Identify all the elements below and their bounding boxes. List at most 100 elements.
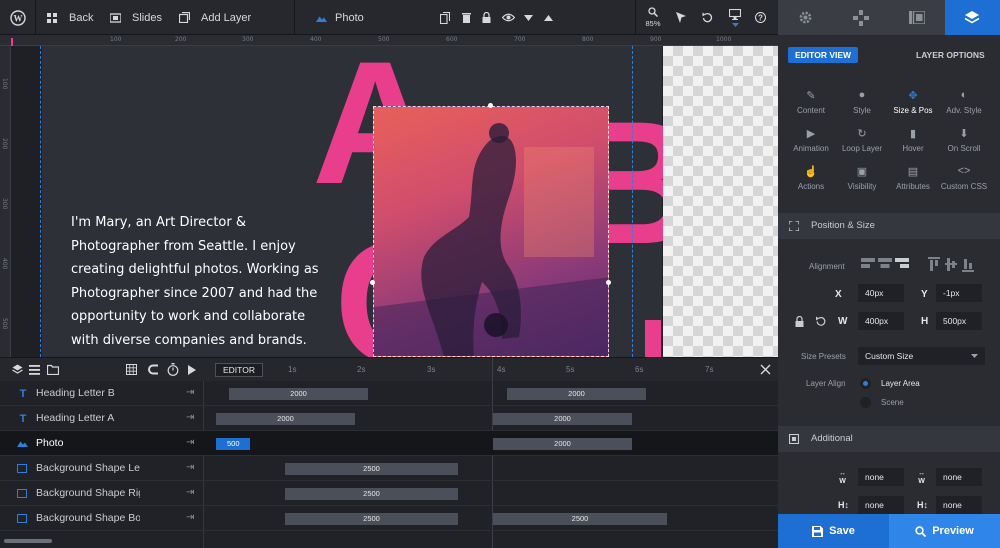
- resize-handle-right[interactable]: [606, 280, 611, 285]
- list-icon[interactable]: [29, 365, 40, 375]
- bio-line: Photographer since 2007 and had the: [71, 285, 318, 301]
- animation-bar[interactable]: 2500: [285, 463, 458, 475]
- layers-icon[interactable]: [12, 364, 23, 375]
- collapse-icon[interactable]: ⇥: [186, 387, 194, 398]
- layer-area-radio[interactable]: [860, 378, 871, 389]
- editor-view-button[interactable]: EDITOR VIEW: [788, 47, 859, 63]
- snap-grid-icon[interactable]: [126, 364, 137, 375]
- timeline-row[interactable]: Background Shape Left ⇥ 2500: [0, 456, 778, 481]
- tab-navigation[interactable]: [833, 0, 889, 35]
- lock-icon[interactable]: [795, 316, 804, 327]
- animation-bar[interactable]: 2000: [216, 413, 355, 425]
- layer-name: Heading Letter B: [36, 387, 115, 399]
- align-horizontal-icon[interactable]: [861, 258, 912, 272]
- cursor-icon[interactable]: [676, 0, 686, 35]
- collapse-icon[interactable]: ⇥: [186, 437, 194, 448]
- background-shape-right[interactable]: [645, 320, 661, 357]
- editor-canvas[interactable]: A B C I'm Mary, an Art Director & Photog…: [11, 46, 778, 357]
- duplicate-icon[interactable]: [440, 0, 450, 35]
- timeline-row[interactable]: T Heading Letter A ⇥ 2000 2000: [0, 406, 778, 431]
- resize-handle-left[interactable]: [370, 280, 375, 285]
- preview-button[interactable]: Preview: [889, 514, 1000, 548]
- bio-text[interactable]: I'm Mary, an Art Director & Photographer…: [71, 211, 331, 352]
- animation-bar[interactable]: 2500: [285, 513, 458, 525]
- option-animation[interactable]: ▶ Animation: [785, 127, 837, 153]
- width-input[interactable]: 400px: [858, 312, 904, 330]
- timeline-row[interactable]: T Heading Letter B ⇥ 2000 2000: [0, 381, 778, 406]
- wordpress-icon[interactable]: W: [10, 0, 26, 35]
- collapse-icon[interactable]: ⇥: [186, 462, 194, 473]
- x-position-input[interactable]: 40px: [858, 284, 904, 302]
- max-height-input[interactable]: none: [936, 496, 982, 514]
- min-height-input[interactable]: none: [858, 496, 904, 514]
- back-button[interactable]: Back: [47, 0, 93, 35]
- reset-icon[interactable]: [816, 316, 826, 326]
- collapse-icon[interactable]: ⇥: [186, 487, 194, 498]
- timeline-row-selected[interactable]: Photo ⇥ 500 2000: [0, 431, 778, 456]
- horizontal-scrollbar[interactable]: [4, 539, 52, 543]
- visibility-icon[interactable]: [502, 0, 515, 35]
- option-custom-css[interactable]: <> Custom CSS: [938, 165, 990, 191]
- option-hover[interactable]: ▮ Hover: [887, 127, 939, 153]
- bio-line: Photographer from Seattle. I enjoy: [71, 238, 296, 254]
- tab-slide-settings[interactable]: [778, 0, 834, 35]
- layer-selector[interactable]: Photo: [316, 0, 364, 35]
- y-position-input[interactable]: -1px: [936, 284, 982, 302]
- option-adv-style[interactable]: ◐ Adv. Style: [938, 89, 990, 115]
- save-label: Save: [829, 525, 855, 537]
- lock-icon[interactable]: [482, 0, 491, 35]
- position-size-header[interactable]: Position & Size: [778, 213, 1000, 239]
- additional-header[interactable]: Additional: [778, 426, 1000, 452]
- magnet-icon[interactable]: [148, 364, 159, 375]
- scene-radio[interactable]: [860, 397, 871, 408]
- min-width-input[interactable]: none: [858, 468, 904, 486]
- option-content[interactable]: ✎ Content: [785, 89, 837, 115]
- option-label: Style: [853, 106, 871, 115]
- add-layer-button[interactable]: Add Layer: [179, 0, 251, 35]
- layer-options-button[interactable]: LAYER OPTIONS: [916, 50, 985, 60]
- save-button[interactable]: Save: [778, 514, 889, 548]
- move-down-icon[interactable]: [524, 0, 533, 35]
- delete-icon[interactable]: [462, 0, 471, 35]
- option-attributes[interactable]: ▤ Attributes: [887, 165, 939, 191]
- max-width-input[interactable]: none: [936, 468, 982, 486]
- photo-layer[interactable]: [373, 106, 609, 357]
- help-icon[interactable]: ?: [755, 0, 766, 35]
- animation-bar[interactable]: 500: [216, 438, 250, 450]
- option-style[interactable]: ● Style: [836, 89, 888, 115]
- slides-button[interactable]: Slides: [110, 0, 162, 35]
- option-loop-layer[interactable]: ↻ Loop Layer: [836, 127, 888, 153]
- close-icon[interactable]: [760, 364, 771, 375]
- collapse-icon[interactable]: ⇥: [186, 412, 194, 423]
- option-size-pos[interactable]: ✥ Size & Pos: [887, 89, 939, 115]
- animation-bar[interactable]: 2000: [493, 438, 632, 450]
- resize-handle-top[interactable]: [488, 103, 493, 108]
- vertical-ruler: 100 200 300 400 500: [0, 46, 11, 357]
- editor-tab[interactable]: EDITOR: [215, 363, 263, 377]
- animation-bar[interactable]: 2000: [493, 413, 632, 425]
- tab-slide-media[interactable]: [889, 0, 945, 35]
- undo-icon[interactable]: [702, 0, 713, 35]
- timeline-row[interactable]: Background Shape Bottom ⇥ 2500 2500: [0, 506, 778, 531]
- animation-bar[interactable]: 2000: [507, 388, 646, 400]
- device-desktop-icon[interactable]: [729, 0, 741, 35]
- move-up-icon[interactable]: [544, 0, 553, 35]
- animation-bar[interactable]: 2500: [493, 513, 667, 525]
- option-on-scroll[interactable]: ⬇ On Scroll: [938, 127, 990, 153]
- collapse-icon[interactable]: ⇥: [186, 512, 194, 523]
- size-presets-select[interactable]: Custom Size: [858, 347, 985, 365]
- text-icon: T: [19, 413, 27, 425]
- timeline-row[interactable]: Background Shape Right ⇥ 2500: [0, 481, 778, 506]
- animation-bar[interactable]: 2000: [229, 388, 368, 400]
- height-input[interactable]: 500px: [936, 312, 982, 330]
- animation-bar[interactable]: 2500: [285, 488, 458, 500]
- align-vertical-icon[interactable]: [928, 257, 976, 272]
- zoom-control[interactable]: 85%: [644, 0, 662, 35]
- stopwatch-icon[interactable]: [167, 363, 179, 376]
- option-actions[interactable]: ☝ Actions: [785, 165, 837, 191]
- folder-icon[interactable]: [47, 364, 59, 375]
- time-marker: 3s: [427, 365, 436, 374]
- tab-layers[interactable]: [944, 0, 1000, 35]
- play-icon[interactable]: [188, 365, 196, 375]
- option-visibility[interactable]: ▣ Visibility: [836, 165, 888, 191]
